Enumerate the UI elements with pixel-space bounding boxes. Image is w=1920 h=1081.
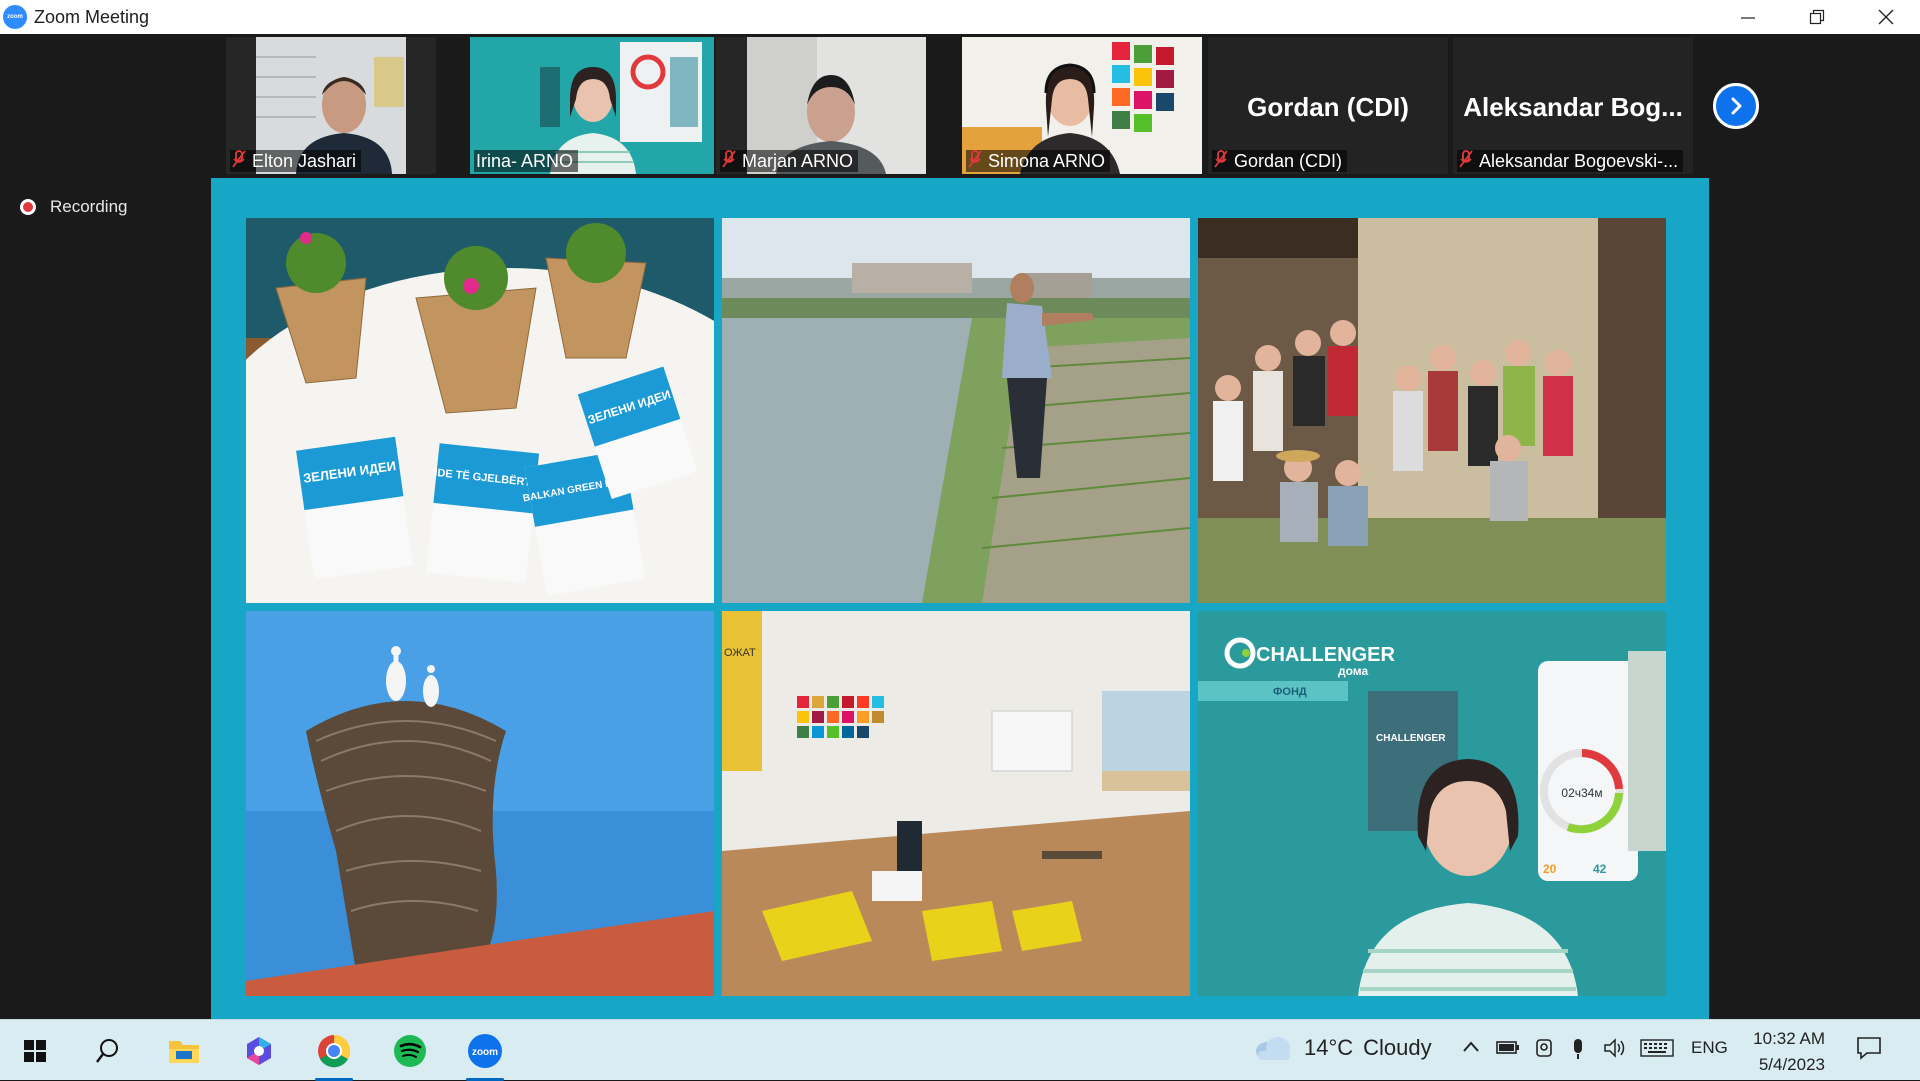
close-button[interactable] (1851, 0, 1920, 34)
office-sign-text: ОЖАТ (724, 647, 756, 659)
participant-name-label: Irina- ARNO (474, 150, 579, 172)
muted-mic-icon (722, 149, 736, 173)
chevron-right-icon (1731, 97, 1742, 115)
copilot-button[interactable] (236, 1028, 282, 1074)
challenger-count-1-text: 20 (1543, 862, 1557, 876)
shared-photo-group (1198, 218, 1666, 603)
participant-name: Elton Jashari (252, 150, 357, 171)
notification-icon (1857, 1037, 1881, 1060)
participant-name: Marjan ARNO (742, 150, 854, 171)
weather-condition: Cloudy (1363, 1035, 1432, 1060)
chrome-icon (318, 1034, 351, 1068)
restore-icon (1809, 9, 1824, 25)
microphone-icon (1574, 1039, 1582, 1059)
zoom-logo-icon: zoom (3, 5, 27, 29)
spotify-icon (394, 1035, 426, 1067)
title-bar: zoom Zoom Meeting (0, 0, 1920, 34)
file-explorer-icon (169, 1041, 199, 1063)
microphone-status[interactable] (1570, 1038, 1586, 1065)
taskbar: zoom 14°C Cloudy ENG 10:32 AM 5/4/2023 (0, 1019, 1920, 1081)
participant-name: Irina- ARNO (476, 150, 574, 171)
window-title: Zoom Meeting (34, 6, 150, 27)
cloud-icon (1256, 1037, 1290, 1060)
participant-display-name: Aleksandar Bog... (1463, 92, 1683, 122)
muted-mic-icon (1459, 149, 1473, 173)
chrome-button[interactable] (311, 1028, 357, 1081)
start-icon (24, 1040, 46, 1062)
challenger-title-text: CHALLENGER (1256, 644, 1395, 666)
recording-dot-icon (20, 199, 36, 215)
battery-status[interactable] (1496, 1038, 1520, 1061)
chevron-up-icon (1463, 1041, 1479, 1052)
challenger-count-2-text: 42 (1593, 862, 1607, 876)
input-language-indicator[interactable]: ENG (1691, 1038, 1728, 1058)
weather-temperature: 14°C (1304, 1035, 1354, 1060)
shared-photo-office: ОЖАТ (722, 611, 1190, 996)
challenger-small-title-text: CHALLENGER (1376, 733, 1446, 744)
participant-tile[interactable]: Gordan (CDI) Gordan (CDI) (1208, 37, 1448, 174)
keyboard-icon (1640, 1039, 1674, 1057)
participant-tile[interactable]: Marjan ARNO (716, 37, 926, 174)
participant-name-label: Marjan ARNO (720, 149, 859, 173)
system-clock[interactable]: 10:32 AM 5/4/2023 (1730, 1026, 1825, 1078)
camera-icon (1536, 1039, 1552, 1057)
meeting-area: Elton Jashari Irina- ARNO Marjan ARNO Si… (0, 34, 1920, 1019)
participant-name: Gordan (CDI) (1234, 150, 1343, 171)
shared-photo-challenger-slide: CHALLENGER дома ФОНД CHALLENGER 02ч34м 2… (1198, 611, 1666, 996)
shared-photo-flowers-booklets: ЗЕЛЕНИ ИДЕИ IDE TË GJELBËRTA BALKAN GREE… (246, 218, 714, 603)
participant-tile-active-speaker[interactable]: Irina- ARNO (470, 37, 714, 174)
muted-mic-icon (968, 149, 982, 173)
participant-tile[interactable]: Aleksandar Bog... Aleksandar Bogoevski-.… (1453, 37, 1693, 174)
show-hidden-icons-button[interactable] (1462, 1038, 1480, 1061)
shared-photo-rice-field (722, 218, 1190, 603)
file-explorer-button[interactable] (161, 1028, 207, 1074)
participant-name-label: Elton Jashari (230, 149, 362, 173)
window-controls (1713, 0, 1920, 34)
participant-name: Simona ARNO (988, 150, 1106, 171)
search-button[interactable] (85, 1028, 131, 1074)
participant-name-label: Simona ARNO (966, 149, 1111, 173)
zoom-icon: zoom (468, 1034, 502, 1068)
minimize-icon (1740, 17, 1755, 19)
weather-widget[interactable]: 14°C Cloudy (1254, 1035, 1432, 1061)
challenger-fund-text: ФОНД (1273, 686, 1307, 698)
clock-time: 10:32 AM (1753, 1029, 1825, 1048)
shared-screen: ЗЕЛЕНИ ИДЕИ IDE TË GJELBËRTA BALKAN GREE… (211, 178, 1709, 1019)
participant-name: Aleksandar Bogoevski-... (1479, 150, 1679, 171)
shared-photo-stork-nest (246, 611, 714, 996)
restore-button[interactable] (1782, 0, 1851, 34)
close-icon (1878, 9, 1893, 25)
copilot-icon (247, 1037, 271, 1065)
touch-keyboard-button[interactable] (1640, 1038, 1674, 1063)
notifications-button[interactable] (1856, 1036, 1882, 1065)
minimize-button[interactable] (1713, 0, 1782, 34)
muted-mic-icon (1214, 149, 1228, 173)
camera-status[interactable] (1534, 1038, 1554, 1063)
spotify-button[interactable] (387, 1028, 433, 1074)
challenger-timer-text: 02ч34м (1561, 786, 1602, 800)
challenger-subtitle-text: дома (1338, 664, 1369, 678)
participant-tile[interactable]: Simona ARNO (962, 37, 1202, 174)
participant-tile[interactable]: Elton Jashari (226, 37, 436, 174)
next-participants-button[interactable] (1713, 83, 1759, 129)
muted-mic-icon (232, 149, 246, 173)
battery-icon (1496, 1041, 1519, 1054)
start-button[interactable] (12, 1028, 58, 1074)
svg-text:zoom: zoom (472, 1047, 498, 1058)
volume-control[interactable] (1603, 1038, 1627, 1063)
zoom-button[interactable]: zoom (462, 1028, 508, 1081)
recording-label: Recording (50, 197, 128, 216)
participant-name-label: Aleksandar Bogoevski-... (1457, 149, 1684, 173)
speaker-icon (1604, 1038, 1625, 1058)
recording-indicator[interactable]: Recording (20, 197, 128, 217)
participant-display-name: Gordan (CDI) (1247, 92, 1409, 122)
clock-date: 5/4/2023 (1758, 1055, 1825, 1074)
search-icon (96, 1039, 118, 1063)
participant-name-label: Gordan (CDI) (1212, 149, 1348, 173)
